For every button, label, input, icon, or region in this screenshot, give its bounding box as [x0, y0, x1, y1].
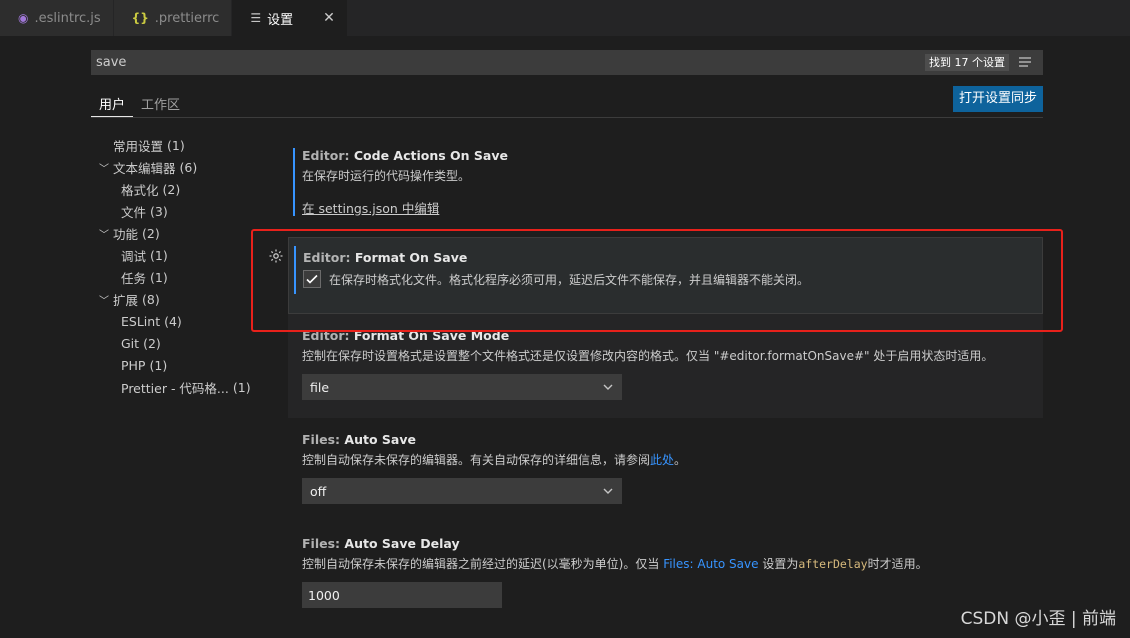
gear-icon[interactable]	[268, 248, 284, 264]
setting-description: 控制自动保存未保存的编辑器之前经过的延迟(以毫秒为单位)。仅当 Files: A…	[302, 557, 928, 571]
toc-item[interactable]: Prettier - 代码格... (1)	[91, 376, 271, 398]
watermark-text: CSDN @小歪 | 前端	[960, 609, 1116, 629]
toc-item-label: Prettier - 代码格...	[121, 380, 229, 396]
toc-item-label: 文本编辑器	[113, 160, 176, 176]
toc-item[interactable]: ﹀ 功能 (2)	[91, 222, 271, 244]
settings-file-icon: ☰	[250, 11, 262, 25]
tab-label: 设置	[267, 12, 294, 28]
toc-item-count: (1)	[232, 379, 251, 395]
toc-item-label: ESLint	[121, 313, 161, 329]
setting-auto-save: Files: Auto Save 控制自动保存未保存的编辑器。有关自动保存的详细…	[288, 432, 1043, 512]
auto-save-delay-input[interactable]: 1000	[302, 582, 502, 608]
result-count-badge: 找到 17 个设置	[925, 54, 1009, 71]
toc-item-count: (1)	[167, 137, 185, 153]
chevron-down-icon: ﹀	[99, 229, 109, 241]
toc-item[interactable]: 常用设置 (1)	[91, 134, 271, 156]
toc-item-label: 调试	[121, 248, 147, 264]
settings-toc: 常用设置 (1) ﹀ 文本编辑器 (6) 格式化 (2) 文件 (3) ﹀ 功能 (2) 调试 (1) 任务…	[91, 134, 271, 398]
toc-item[interactable]: ESLint (4)	[91, 310, 271, 332]
toc-item-count: (2)	[162, 181, 181, 197]
toc-item-count: (8)	[142, 291, 160, 307]
settings-search-bar: 找到 17 个设置	[91, 50, 1043, 75]
chevron-down-icon	[603, 488, 613, 494]
toc-item-count: (1)	[150, 247, 168, 263]
setting-description: 控制自动保存未保存的编辑器。有关自动保存的详细信息，请参阅此处。	[302, 453, 687, 467]
toc-item-count: (6)	[179, 159, 198, 175]
check-icon	[306, 274, 318, 284]
toc-item[interactable]: 文件 (3)	[91, 200, 271, 222]
setting-title: Files: Auto Save	[302, 432, 416, 447]
select-value: off	[310, 483, 327, 499]
settings-scope-tabs: 用户 工作区 打开设置同步	[91, 86, 1043, 118]
toc-item-label: 任务	[121, 270, 147, 286]
toc-item-label: Git	[121, 335, 140, 351]
json-braces-icon: {}	[131, 11, 149, 25]
toc-item-count: (2)	[142, 225, 160, 241]
chevron-down-icon: ﹀	[99, 163, 109, 175]
tab-eslintrc[interactable]: ◉ .eslintrc.js	[0, 0, 114, 36]
auto-save-details-link[interactable]: 此处	[650, 453, 674, 467]
toc-item-count: (2)	[143, 335, 161, 351]
toc-item-label: 常用设置	[113, 138, 164, 154]
edit-in-settings-json-link[interactable]: 在 settings.json 中编辑	[302, 198, 439, 217]
setting-description: 在保存时格式化文件。格式化程序必须可用，延迟后文件不能保存，并且编辑器不能关闭。	[329, 272, 810, 287]
toc-item[interactable]: Git (2)	[91, 332, 271, 354]
toc-item[interactable]: 调试 (1)	[91, 244, 271, 266]
chevron-down-icon	[603, 384, 613, 390]
format-on-save-checkbox[interactable]	[303, 270, 321, 288]
toc-item-count: (4)	[164, 313, 182, 329]
select-value: file	[310, 379, 330, 395]
filter-icon[interactable]	[1017, 54, 1033, 70]
eslint-icon: ◉	[18, 11, 29, 25]
tab-prettierrc[interactable]: {} .prettierrc	[113, 0, 233, 36]
toc-item-count: (1)	[150, 269, 168, 285]
toc-item[interactable]: ﹀ 扩展 (8)	[91, 288, 271, 310]
toc-item-label: 扩展	[113, 292, 139, 308]
format-on-save-mode-select[interactable]: file	[302, 374, 622, 400]
settings-sync-button[interactable]: 打开设置同步	[952, 86, 1043, 112]
tab-settings[interactable]: ☰ 设置 ✕	[232, 0, 348, 36]
toc-item[interactable]: 格式化 (2)	[91, 178, 271, 200]
toc-item[interactable]: 任务 (1)	[91, 266, 271, 288]
tab-label: .eslintrc.js	[34, 10, 101, 26]
setting-title: Editor: Format On Save	[303, 250, 468, 265]
toc-item-count: (1)	[149, 357, 168, 373]
setting-description: 在保存时运行的代码操作类型。	[302, 169, 471, 183]
toc-item-label: 功能	[113, 226, 139, 242]
setting-title: Files: Auto Save Delay	[302, 536, 460, 551]
tab-user[interactable]: 用户	[91, 86, 134, 117]
setting-description: 控制在保存时设置格式是设置整个文件格式还是仅设置修改内容的格式。仅当 "#edi…	[302, 349, 994, 363]
tab-workspace[interactable]: 工作区	[133, 86, 188, 117]
files-auto-save-link[interactable]: Files: Auto Save	[663, 557, 758, 571]
setting-title: Editor: Code Actions On Save	[302, 148, 508, 163]
setting-auto-save-delay: Files: Auto Save Delay 控制自动保存未保存的编辑器之前经过…	[288, 536, 1043, 616]
toc-item-label: 文件	[121, 204, 147, 220]
editor-tab-bar: ◉ .eslintrc.js {} .prettierrc ☰ 设置 ✕	[0, 0, 1130, 36]
tab-label: .prettierrc	[154, 10, 220, 26]
focus-indicator	[293, 148, 295, 216]
settings-search-input[interactable]	[96, 55, 896, 70]
toc-item-label: 格式化	[121, 182, 159, 198]
toc-item-count: (3)	[150, 203, 168, 219]
toc-item[interactable]: PHP (1)	[91, 354, 271, 376]
chevron-down-icon: ﹀	[99, 295, 109, 307]
setting-format-on-save-mode: Editor: Format On Save Mode 控制在保存时设置格式是设…	[288, 314, 1043, 418]
focus-indicator	[294, 246, 296, 294]
setting-title: Editor: Format On Save Mode	[302, 328, 510, 343]
close-icon[interactable]: ✕	[323, 10, 335, 26]
toc-item[interactable]: ﹀ 文本编辑器 (6)	[91, 156, 271, 178]
toc-item-label: PHP	[121, 357, 146, 373]
auto-save-select[interactable]: off	[302, 478, 622, 504]
setting-format-on-save: Editor: Format On Save 在保存时格式化文件。格式化程序必须…	[288, 237, 1043, 314]
setting-code-actions-on-save: Editor: Code Actions On Save 在保存时运行的代码操作…	[288, 142, 1043, 222]
